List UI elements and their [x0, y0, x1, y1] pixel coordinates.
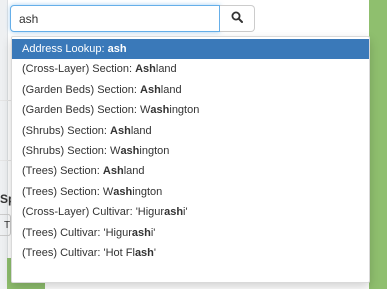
- search-input[interactable]: [10, 5, 220, 32]
- suggestion-text: 'Higur: [103, 226, 132, 239]
- suggestion-text: (Trees) Section:: [22, 185, 103, 198]
- suggestion-text: i': [150, 226, 156, 239]
- suggestion-match: ash: [120, 144, 140, 157]
- suggestion-item[interactable]: (Cross-Layer) Cultivar: 'Higurashi': [12, 202, 369, 222]
- suggestion-text: ': [153, 246, 157, 259]
- suggestion-item[interactable]: (Garden Beds) Section: Ashland: [12, 80, 369, 100]
- suggestion-text: (Trees) Section:: [22, 165, 103, 178]
- divider: [0, 100, 11, 101]
- suggestion-match: Ash: [135, 63, 156, 76]
- suggestion-item[interactable]: (Trees) Cultivar: 'Hot Flash': [12, 243, 369, 263]
- suggestion-text: ington: [169, 104, 200, 117]
- suggestion-text: W: [140, 104, 151, 117]
- suggestion-text: (Cross-Layer) Cultivar:: [22, 206, 136, 219]
- suggestion-text: (Garden Beds) Section:: [22, 83, 141, 96]
- suggestion-text: (Cross-Layer) Section:: [22, 63, 136, 76]
- suggestion-item[interactable]: (Shrubs) Section: Ashland: [12, 121, 369, 141]
- suggestion-text: i': [183, 206, 188, 219]
- suggestion-item[interactable]: Address Lookup: ash: [12, 39, 369, 60]
- suggestion-item[interactable]: (Shrubs) Section: Washington: [12, 141, 369, 161]
- suggestion-text: W: [102, 185, 114, 198]
- suggestion-text: (Trees) Cultivar:: [22, 246, 104, 259]
- suggestion-item[interactable]: (Garden Beds) Section: Washington: [12, 100, 369, 120]
- suggestion-match: ash: [107, 43, 127, 55]
- background-left-panel: [0, 0, 8, 289]
- suggestion-item[interactable]: (Trees) Section: Washington: [12, 182, 369, 202]
- autocomplete-dropdown: Address Lookup: ash (Cross-Layer) Section…: [11, 36, 370, 283]
- background-partial-button-label: T: [4, 220, 11, 231]
- suggestion-text: ington: [139, 144, 170, 157]
- suggestion-text: (Garden Beds) Section:: [22, 104, 141, 117]
- suggestion-text: (Trees) Cultivar:: [22, 226, 104, 239]
- suggestion-text: land: [123, 165, 145, 178]
- divider: [0, 160, 11, 161]
- suggestion-text: 'Hot Fl: [103, 246, 135, 259]
- suggestion-item[interactable]: (Trees) Cultivar: 'Higurashi': [12, 223, 369, 243]
- suggestion-text: land: [160, 83, 182, 96]
- suggestion-text: (Shrubs) Section:: [22, 124, 111, 137]
- search-icon: [231, 10, 243, 28]
- background-right-panel: [369, 0, 387, 289]
- suggestion-match: ash: [164, 206, 184, 219]
- suggestion-match: ash: [131, 226, 151, 239]
- suggestion-match: Ash: [140, 83, 161, 96]
- suggestion-match: ash: [134, 246, 154, 259]
- suggestion-text: 'Higur: [135, 206, 165, 219]
- suggestion-text: ington: [132, 185, 163, 198]
- suggestion-match: ash: [113, 185, 133, 198]
- suggestion-text: Address Lookup:: [22, 43, 108, 55]
- search-button[interactable]: [220, 5, 255, 32]
- suggestion-text: (Shrubs) Section:: [22, 144, 111, 157]
- suggestion-match: Ash: [102, 165, 124, 178]
- suggestion-text: land: [155, 63, 177, 76]
- suggestion-item[interactable]: (Trees) Section: Ashland: [12, 161, 369, 181]
- suggestion-text: land: [130, 124, 152, 137]
- suggestion-item[interactable]: (Cross-Layer) Section: Ashland: [12, 59, 369, 79]
- suggestion-match: ash: [150, 104, 170, 117]
- suggestion-match: Ash: [110, 124, 131, 137]
- suggestion-text: W: [110, 144, 121, 157]
